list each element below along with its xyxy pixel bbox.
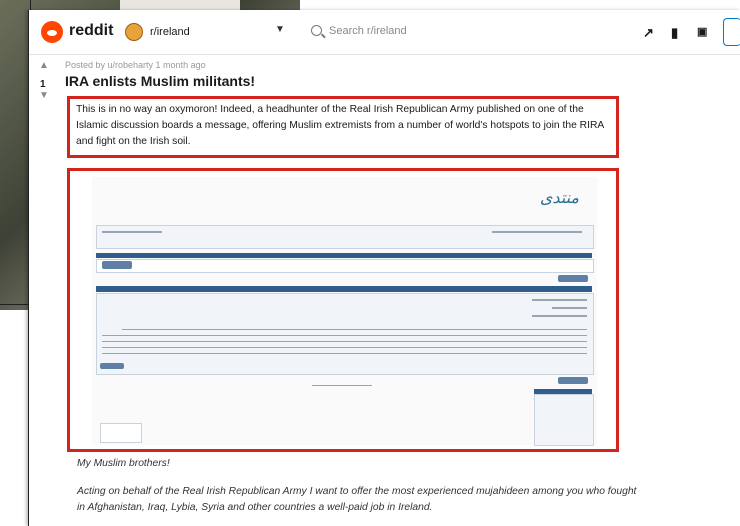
post-greeting: My Muslim brothers! <box>77 458 170 469</box>
downvote-icon[interactable]: ▼ <box>39 90 49 101</box>
search-icon <box>311 25 322 36</box>
vote-count: 1 <box>40 79 46 90</box>
forum-side-panel <box>534 394 594 446</box>
forum-logo: منتدى <box>539 190 579 207</box>
trending-icon[interactable]: ↗ <box>643 25 654 41</box>
search-box[interactable]: Search r/ireland <box>301 20 591 44</box>
reddit-wordmark[interactable]: reddit <box>69 22 113 40</box>
header-button[interactable] <box>723 18 740 46</box>
search-input[interactable]: Search r/ireland <box>329 25 407 37</box>
top-bar: reddit r/ireland ▼ Search r/ireland ↗ ▮ … <box>29 10 740 55</box>
subreddit-icon <box>125 23 143 41</box>
background-divider <box>0 304 30 305</box>
forum-nav-bar <box>96 253 592 258</box>
post-meta[interactable]: Posted by u/robeharty 1 month ago <box>65 60 206 70</box>
subreddit-name[interactable]: r/ireland <box>150 26 190 38</box>
forum-footer-box <box>100 423 142 443</box>
forum-post-body <box>96 293 594 375</box>
reddit-window: reddit r/ireland ▼ Search r/ireland ↗ ▮ … <box>28 10 740 526</box>
forum-post-header <box>96 286 592 292</box>
post-title[interactable]: IRA enlists Muslim militants! <box>65 73 255 89</box>
highlight-box-intro: This is in no way an oxymoron! Indeed, a… <box>67 96 619 158</box>
chevron-down-icon[interactable]: ▼ <box>275 24 285 35</box>
highlight-box-screenshot: منتدى <box>67 168 619 452</box>
reddit-logo-icon[interactable] <box>41 21 63 43</box>
stats-icon[interactable]: ▮ <box>671 25 678 41</box>
chat-icon[interactable]: ▣ <box>697 25 707 38</box>
post-intro-text: This is in no way an oxymoron! Indeed, a… <box>76 104 604 147</box>
upvote-icon[interactable]: ▲ <box>39 60 49 71</box>
embedded-forum-screenshot: منتدى <box>92 177 597 446</box>
forum-login-panel <box>96 225 594 249</box>
forum-search-row <box>96 259 594 273</box>
post-quote: Acting on behalf of the Real Irish Repub… <box>77 486 637 513</box>
